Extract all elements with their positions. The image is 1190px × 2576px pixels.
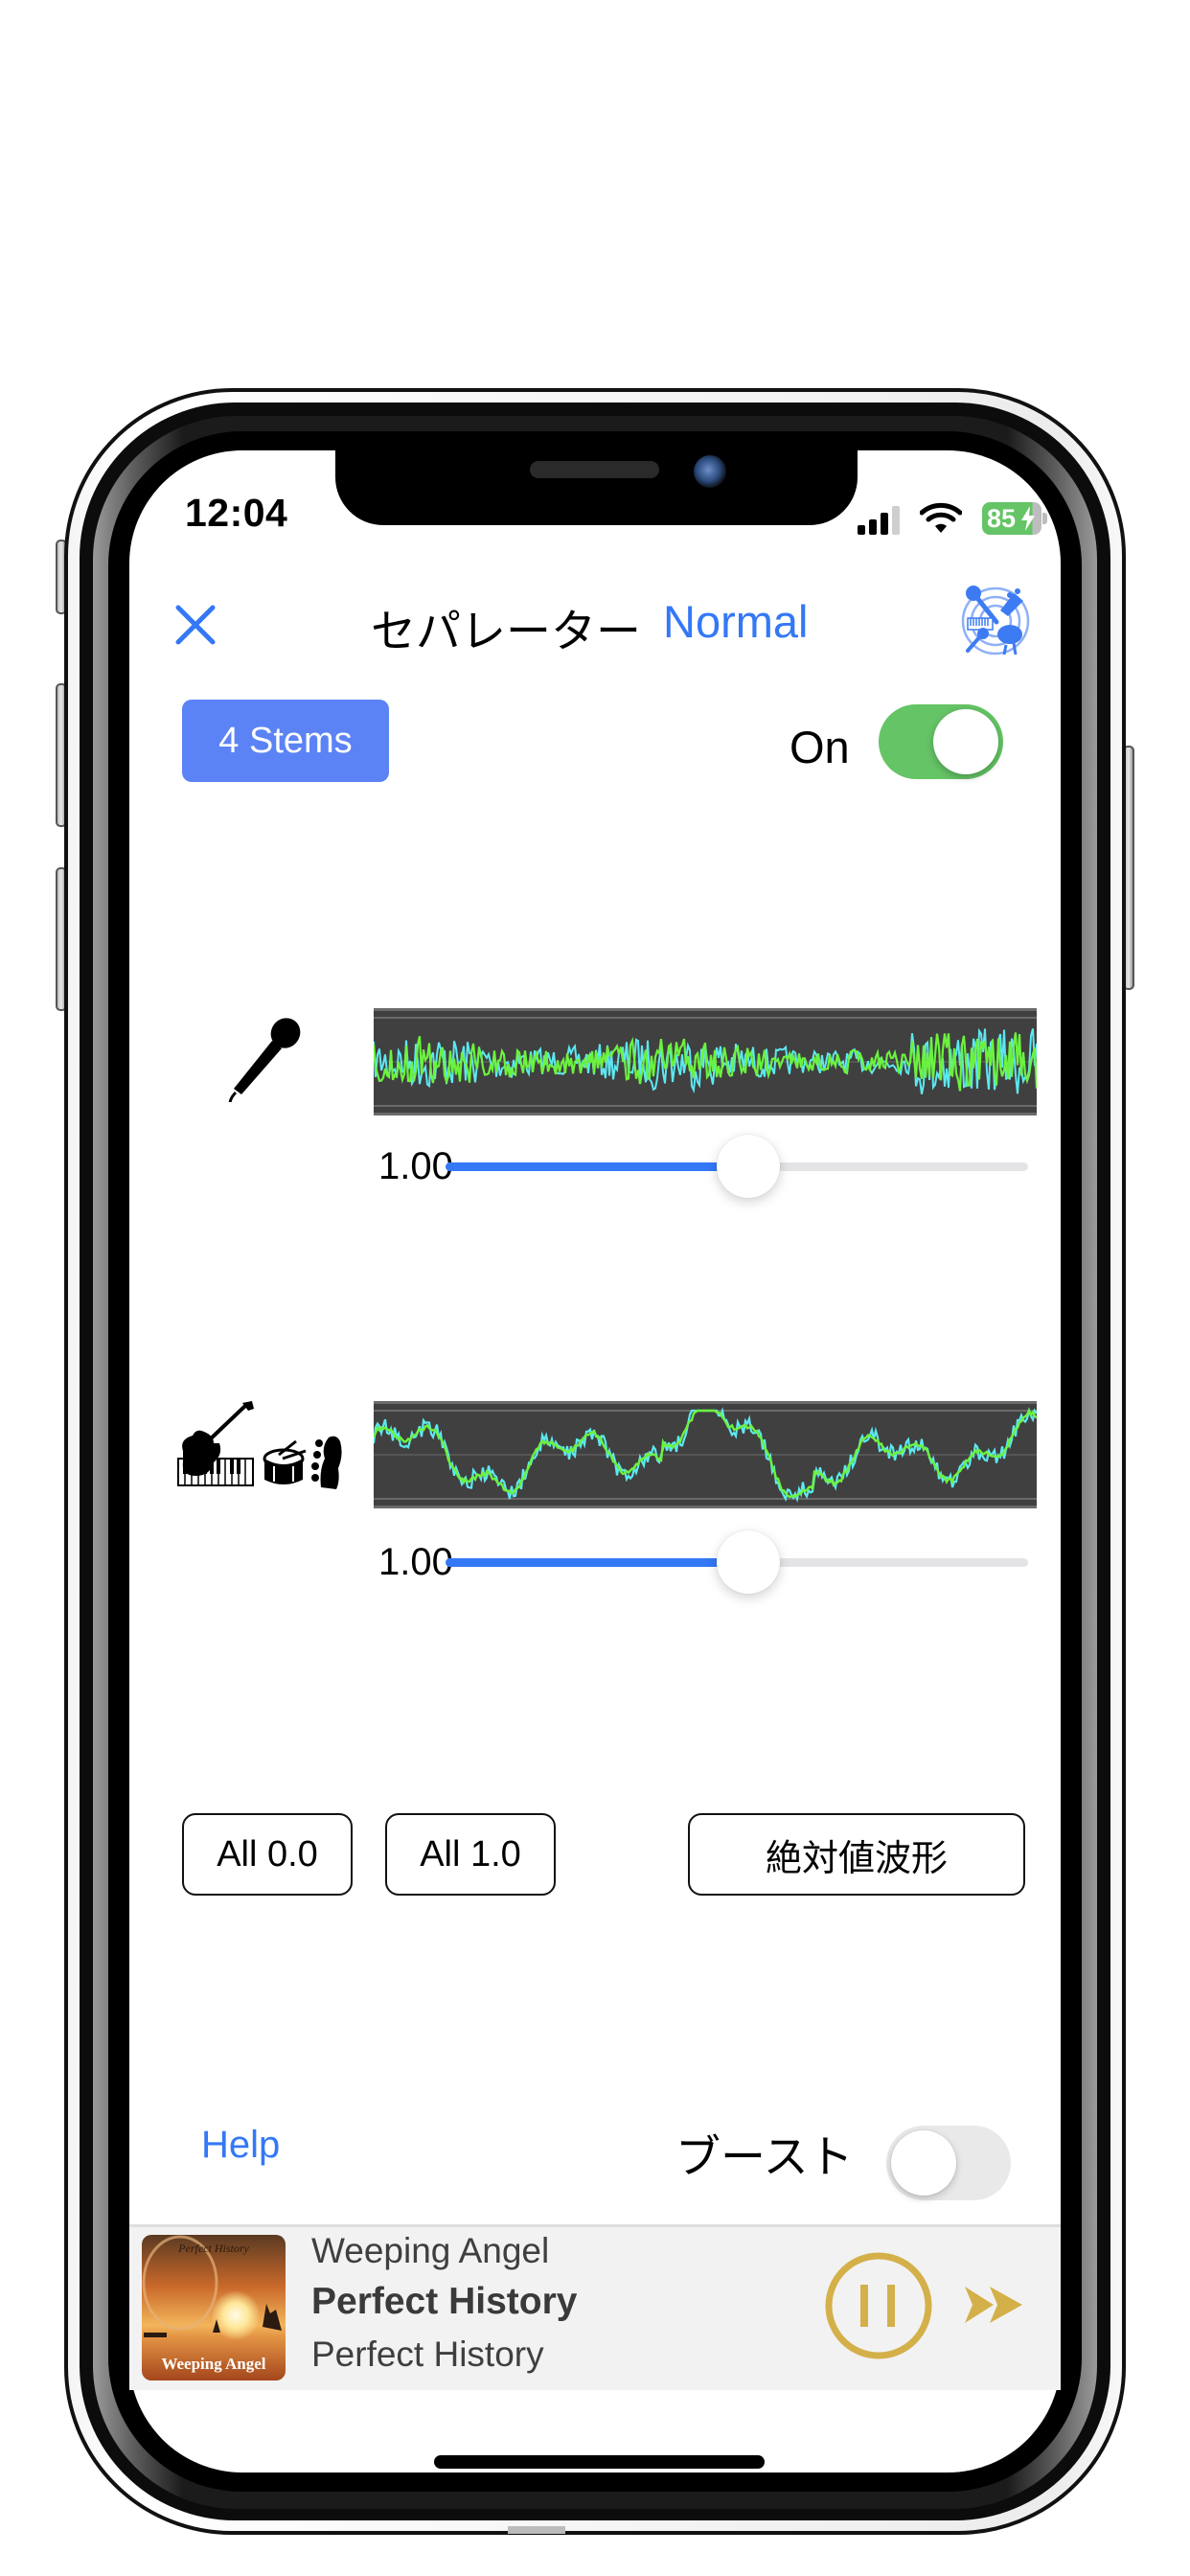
instruments-volume-slider[interactable]	[446, 1530, 1028, 1594]
all-one-button[interactable]: All 1.0	[385, 1813, 556, 1896]
boost-toggle[interactable]	[886, 2126, 1011, 2200]
home-indicator[interactable]	[434, 2455, 765, 2469]
instruments-waveform[interactable]	[374, 1401, 1037, 1508]
absolute-waveform-button[interactable]: 絶対値波形	[688, 1813, 1025, 1896]
vocal-waveform-graph	[374, 1017, 1037, 1107]
vocal-volume-value: 1.00	[378, 1145, 453, 1187]
toggle-knob	[891, 2130, 956, 2196]
front-camera	[694, 455, 726, 488]
microphone-icon	[228, 1018, 301, 1102]
all-zero-button[interactable]: All 0.0	[182, 1813, 353, 1896]
instruments-wave-line-green	[374, 1408, 1037, 1499]
slider-fill	[446, 1162, 749, 1171]
battery-percent: 85	[987, 504, 1017, 533]
album-art-image: Perfect History Weeping Angel	[142, 2235, 286, 2380]
track-title: Perfect History	[311, 2281, 578, 2322]
track-album: Perfect History	[311, 2334, 544, 2374]
slider-thumb[interactable]	[717, 1135, 781, 1198]
separation-mode-button[interactable]: Normal	[663, 595, 808, 648]
speaker-grille	[530, 461, 659, 478]
phone-bottom-detail	[508, 2526, 565, 2534]
vocal-waveform[interactable]	[374, 1008, 1037, 1116]
wifi-icon	[920, 502, 962, 533]
separator-toggle-label: On	[790, 722, 850, 772]
vocal-volume-slider[interactable]	[446, 1135, 1028, 1198]
toggle-knob	[933, 709, 998, 774]
album-art-title: Perfect History	[177, 2242, 249, 2255]
album-art-artist: Weeping Angel	[161, 2355, 265, 2373]
battery-charging-icon: 85	[982, 502, 1047, 535]
track-artist: Weeping Angel	[311, 2231, 550, 2270]
pause-circle-icon[interactable]	[824, 2251, 933, 2360]
instruments-waveform-graph	[374, 1407, 1037, 1504]
fast-forward-icon[interactable]	[963, 2285, 1024, 2325]
album-art[interactable]: Perfect History Weeping Angel	[142, 2235, 286, 2380]
page-title: セパレーター	[371, 606, 641, 656]
close-icon[interactable]	[172, 602, 218, 648]
signal-icon	[858, 506, 900, 535]
help-link[interactable]: Help	[201, 2124, 280, 2167]
boost-label: ブースト	[675, 2131, 854, 2182]
status-time: 12:04	[185, 491, 288, 535]
slider-fill	[446, 1558, 749, 1567]
separator-toggle[interactable]	[879, 704, 1003, 779]
instruments-separator-icon[interactable]	[958, 582, 1033, 656]
instruments-volume-value: 1.00	[378, 1541, 453, 1583]
stems-count-button[interactable]: 4 Stems	[182, 700, 389, 782]
slider-thumb[interactable]	[717, 1530, 781, 1594]
guitar-piano-drum-bass-icon	[177, 1401, 342, 1489]
